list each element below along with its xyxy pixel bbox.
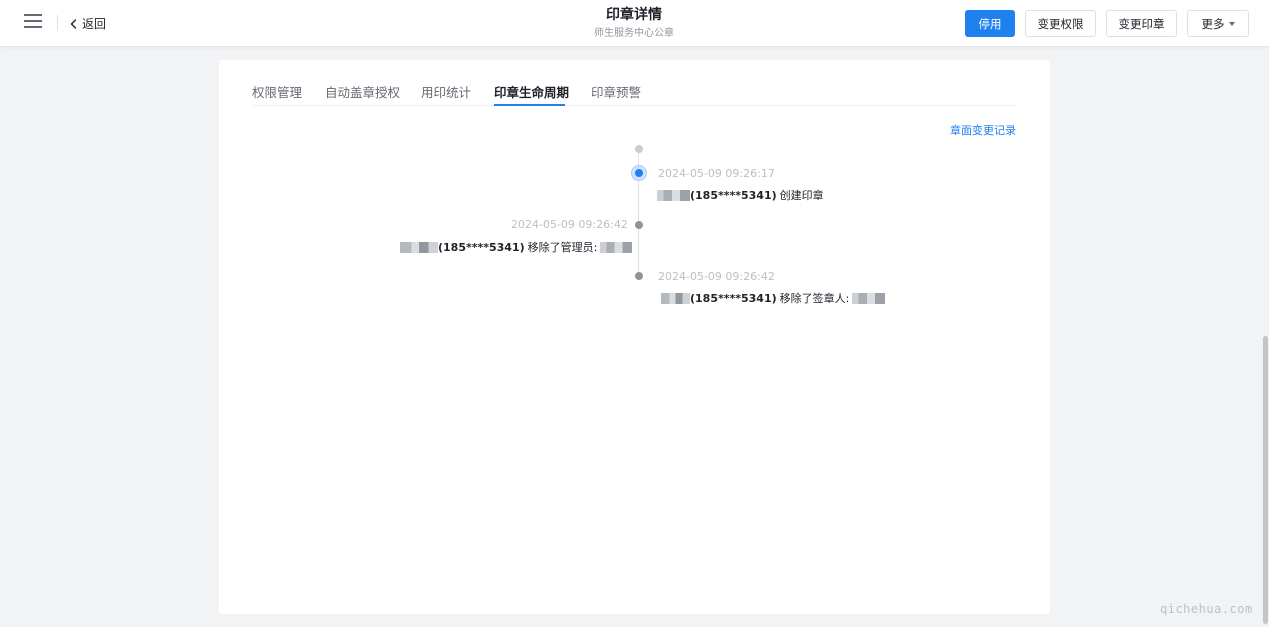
timeline-time: 2024-05-09 09:26:42: [511, 218, 628, 231]
redacted-name: [600, 241, 633, 253]
timeline-start-dot: [635, 145, 643, 153]
timeline-phone: (185****5341): [438, 240, 525, 254]
more-button[interactable]: 更多: [1187, 10, 1249, 37]
timeline-time: 2024-05-09 09:26:17: [658, 167, 775, 180]
timeline-phone: (185****5341): [690, 291, 777, 305]
timeline-entry: (185****5341) 创建印章: [657, 187, 824, 203]
top-header: 返回 印章详情 师生服务中心公章 停用 变更权限 变更印章 更多: [0, 0, 1269, 47]
disable-button[interactable]: 停用: [965, 10, 1015, 37]
timeline-phone: (185****5341): [690, 188, 777, 202]
redacted-name: [657, 189, 690, 201]
title-block: 印章详情 师生服务中心公章: [434, 6, 834, 41]
back-label: 返回: [82, 17, 107, 31]
timeline-action: 移除了管理员:: [527, 241, 598, 254]
redacted-name: [400, 241, 438, 253]
change-seal-button[interactable]: 变更印章: [1106, 10, 1177, 37]
timeline-dot-active: [632, 166, 646, 180]
page-subtitle: 师生服务中心公章: [594, 28, 674, 39]
page-title: 印章详情: [606, 7, 662, 23]
scrollbar-thumb[interactable]: [1263, 336, 1268, 624]
tab-usage-statistics[interactable]: 用印统计: [421, 82, 471, 101]
timeline-entry: (185****5341) 移除了管理员:: [400, 239, 633, 255]
tab-seal-lifecycle[interactable]: 印章生命周期: [494, 82, 569, 101]
content-card: 权限管理 自动盖章授权 用印统计 印章生命周期 印章预警 章面变更记录 2024…: [219, 60, 1050, 614]
timeline-entry: (185****5341) 移除了签章人:: [661, 290, 886, 306]
timeline-action: 创建印章: [779, 189, 824, 202]
change-permission-button[interactable]: 变更权限: [1025, 10, 1096, 37]
seal-change-record-link[interactable]: 章面变更记录: [950, 122, 1016, 138]
timeline-dot: [635, 221, 643, 229]
timeline-dot: [635, 272, 643, 280]
header-divider: [57, 15, 58, 31]
menu-icon[interactable]: [24, 14, 42, 30]
timeline-action: 移除了签章人:: [779, 292, 850, 305]
redacted-name: [852, 292, 886, 304]
tab-permission-management[interactable]: 权限管理: [252, 82, 302, 101]
caret-down-icon: [1228, 22, 1235, 26]
watermark: qichehua.com: [1160, 602, 1253, 616]
tab-bar: 权限管理 自动盖章授权 用印统计 印章生命周期 印章预警: [252, 80, 1016, 106]
chevron-left-icon: [70, 18, 77, 29]
back-button[interactable]: 返回: [68, 15, 106, 32]
redacted-name: [661, 292, 690, 304]
more-label: 更多: [1201, 16, 1225, 31]
timeline-time: 2024-05-09 09:26:42: [658, 270, 775, 283]
tab-seal-warning[interactable]: 印章预警: [591, 82, 641, 101]
tab-auto-stamp-authorization[interactable]: 自动盖章授权: [325, 82, 400, 101]
active-tab-indicator: [494, 104, 565, 106]
